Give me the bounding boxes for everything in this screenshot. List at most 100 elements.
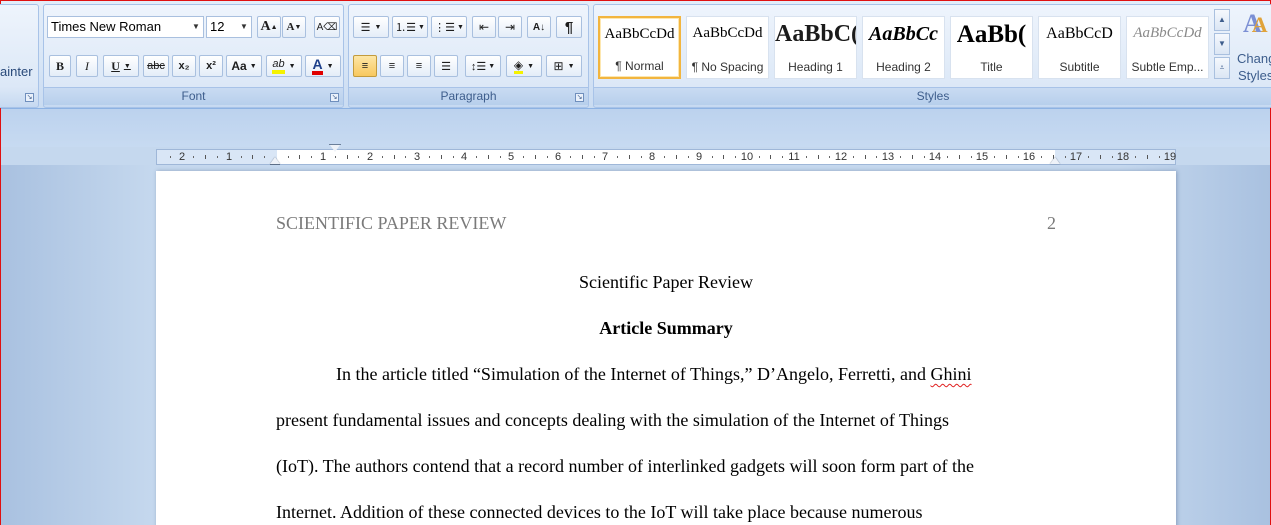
style-subtle-emphasis[interactable]: AaBbCcDd Subtle Emp...: [1126, 16, 1209, 79]
styles-group-label: Styles: [594, 87, 1271, 105]
body-text: In the article titled “Simulation of the…: [336, 364, 931, 384]
change-case-button[interactable]: Aa ▼: [226, 55, 262, 77]
chevron-down-icon[interactable]: ▼: [124, 62, 131, 70]
chevron-down-icon[interactable]: ▼: [527, 63, 534, 70]
style-heading-2[interactable]: AaBbCc Heading 2: [862, 16, 945, 79]
styles-more-button[interactable]: ⩡: [1214, 57, 1230, 79]
numbering-icon: ⒈☰: [395, 22, 416, 34]
style-normal[interactable]: AaBbCcDd ¶ Normal: [598, 16, 681, 79]
style-no-spacing[interactable]: AaBbCcDd ¶ No Spacing: [686, 16, 769, 79]
underline-button[interactable]: U ▼: [103, 55, 139, 77]
superscript-button[interactable]: x²: [199, 55, 223, 77]
ruler-dot: [240, 156, 242, 158]
chevron-down-icon: ▼: [1218, 39, 1226, 48]
ruler-number: 17: [1069, 151, 1083, 163]
ruler-tick: [487, 155, 489, 159]
more-icon: ⩡: [1219, 63, 1225, 72]
style-subtitle[interactable]: AaBbCcD Subtitle: [1038, 16, 1121, 79]
ruler-area: [1, 109, 1270, 147]
first-line-indent-marker[interactable]: [330, 145, 340, 152]
italic-button[interactable]: I: [76, 55, 98, 77]
change-styles-icon: AA: [1243, 9, 1268, 38]
chevron-down-icon[interactable]: ▼: [488, 63, 495, 70]
multilevel-list-button[interactable]: ⋮☰ ▼: [431, 16, 467, 38]
ruler-number: 4: [460, 151, 468, 163]
ruler-number: 13: [881, 151, 895, 163]
chevron-down-icon[interactable]: ▼: [374, 24, 381, 31]
style-heading-1[interactable]: AaBbC( Heading 1: [774, 16, 857, 79]
font-size-combo[interactable]: 12 ▼: [206, 16, 252, 38]
chevron-down-icon[interactable]: ▼: [237, 17, 251, 37]
style-name: ¶ No Spacing: [691, 60, 764, 74]
paragraph-launcher[interactable]: ↘: [575, 93, 584, 102]
ruler-dot: [1017, 156, 1019, 158]
grow-font-button[interactable]: A ▲: [257, 16, 281, 38]
body-line: In the article titled “Simulation of the…: [336, 364, 972, 385]
borders-button[interactable]: ⊞ ▼: [546, 55, 582, 77]
right-indent-marker[interactable]: [1050, 157, 1060, 164]
ruler-dot: [1159, 156, 1161, 158]
chevron-down-icon[interactable]: ▼: [418, 24, 425, 31]
font-name-combo[interactable]: Times New Roman ▼: [47, 16, 204, 38]
chevron-down-icon[interactable]: ▼: [250, 63, 257, 70]
misspelled-word[interactable]: Ghini: [931, 364, 972, 384]
horizontal-ruler[interactable]: 2 1 1 2 3 4 5 6 7 8 9 10 11 12 13 14 15 …: [156, 149, 1176, 165]
highlight-button[interactable]: ab ▼: [266, 55, 302, 77]
font-color-button[interactable]: A ▼: [305, 55, 341, 77]
style-name: Subtle Emp...: [1131, 60, 1204, 74]
subscript-button[interactable]: x₂: [172, 55, 196, 77]
chevron-down-icon[interactable]: ▼: [289, 63, 296, 70]
document-page[interactable]: SCIENTIFIC PAPER REVIEW 2 Scientific Pap…: [156, 171, 1176, 525]
style-sample: AaBbCcDd: [604, 26, 675, 42]
chevron-down-icon[interactable]: ▼: [568, 63, 575, 70]
align-center-button[interactable]: ≡: [380, 55, 404, 77]
chevron-up-icon: ▲: [1218, 15, 1226, 24]
numbering-button[interactable]: ⒈☰ ▼: [392, 16, 428, 38]
increase-indent-icon: ⇥: [504, 20, 516, 34]
body-line: (IoT). The authors contend that a record…: [276, 456, 974, 476]
shading-button[interactable]: ◈ ▼: [506, 55, 542, 77]
bullets-button[interactable]: ☰ ▼: [353, 16, 389, 38]
justify-button[interactable]: ☰: [434, 55, 458, 77]
font-color-icon: A: [312, 57, 323, 75]
ruler-tick: [770, 155, 772, 159]
ruler-dot: [1064, 156, 1066, 158]
ruler-dot: [452, 156, 454, 158]
decrease-indent-button[interactable]: ⇤: [472, 16, 496, 38]
style-name: Heading 1: [788, 60, 843, 74]
style-name: Title: [980, 60, 1003, 74]
increase-indent-button[interactable]: ⇥: [498, 16, 522, 38]
highlighter-icon: ab: [272, 58, 285, 74]
sort-button[interactable]: A↓: [527, 16, 551, 38]
change-case-icon: Aa: [231, 59, 247, 73]
line-spacing-button[interactable]: ↕☰ ▼: [465, 55, 501, 77]
chevron-down-icon[interactable]: ▼: [457, 24, 464, 31]
shrink-font-icon: A: [286, 21, 295, 33]
ruler-dot: [287, 156, 289, 158]
multilevel-list-icon: ⋮☰: [434, 21, 455, 34]
align-right-button[interactable]: ≡: [407, 55, 431, 77]
clipboard-launcher[interactable]: ↘: [25, 93, 34, 102]
hanging-indent-marker[interactable]: [270, 157, 280, 164]
align-left-button[interactable]: ≡: [353, 55, 377, 77]
clear-formatting-button[interactable]: A⌫: [314, 16, 340, 38]
font-launcher[interactable]: ↘: [330, 93, 339, 102]
ruler-dot: [947, 156, 949, 158]
ruler-dot: [758, 156, 760, 158]
ruler-tick: [958, 155, 960, 159]
bold-button[interactable]: B: [49, 55, 71, 77]
styles-scroll-up-button[interactable]: ▲: [1214, 9, 1230, 31]
ruler-tick: [864, 155, 866, 159]
chevron-down-icon[interactable]: ▼: [327, 63, 334, 70]
shrink-font-button[interactable]: A ▼: [282, 16, 306, 38]
styles-scroll-down-button[interactable]: ▼: [1214, 33, 1230, 55]
chevron-down-icon[interactable]: ▼: [189, 17, 203, 37]
show-formatting-marks-button[interactable]: ¶: [556, 16, 582, 38]
change-styles-button[interactable]: AA Chang Styles: [1235, 7, 1271, 87]
ribbon: ainter ↘ Times New Roman ▼ 12 ▼ A ▲ A ▼ A⌫…: [0, 1, 1271, 109]
format-painter-label[interactable]: ainter: [0, 64, 33, 79]
ruler-tick: [723, 155, 725, 159]
superscript-icon: x²: [206, 60, 216, 72]
strikethrough-button[interactable]: abc: [143, 55, 169, 77]
style-title[interactable]: AaBb( Title: [950, 16, 1033, 79]
